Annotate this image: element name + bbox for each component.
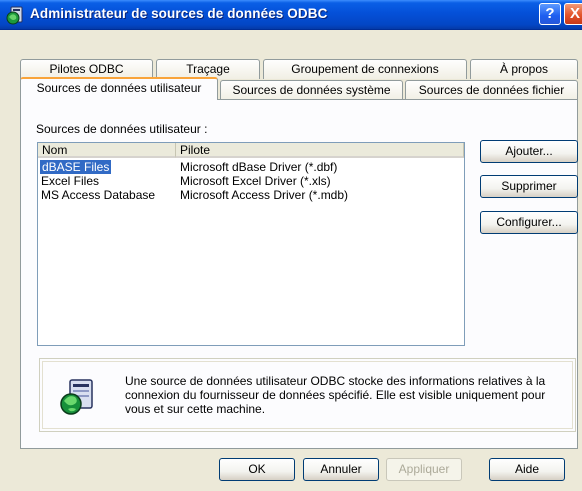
odbc-app-icon <box>6 6 23 25</box>
section-label: Sources de données utilisateur : <box>36 122 208 136</box>
close-button[interactable]: X <box>564 3 582 25</box>
dialog-body: Pilotes ODBC Traçage Groupement de conne… <box>0 30 582 491</box>
list-item[interactable]: MS Access Database Microsoft Access Driv… <box>40 188 460 202</box>
list-item-nom: Excel Files <box>41 174 100 188</box>
tab-sources-systeme[interactable]: Sources de données système <box>220 80 403 100</box>
title-bar[interactable]: Administrateur de sources de données ODB… <box>0 0 582 30</box>
tab-sources-fichier[interactable]: Sources de données fichier <box>405 80 578 100</box>
list-item-pilote: Microsoft Access Driver (*.mdb) <box>180 188 349 202</box>
ok-button[interactable]: OK <box>219 458 295 481</box>
list-item-nom: dBASE Files <box>40 160 112 174</box>
list-item-pilote: Microsoft dBase Driver (*.dbf) <box>180 160 338 174</box>
info-text: Une source de données utilisateur ODBC s… <box>125 374 546 416</box>
tab-sources-utilisateur[interactable]: Sources de données utilisateur <box>20 77 218 100</box>
column-header-nom[interactable]: Nom <box>38 143 176 158</box>
info-box-inner: Une source de données utilisateur ODBC s… <box>42 361 573 429</box>
tab-groupement-connexions[interactable]: Groupement de connexions <box>263 59 467 79</box>
list-item-nom: MS Access Database <box>41 188 156 202</box>
list-header: Nom Pilote <box>38 143 464 158</box>
help-button[interactable]: ? <box>539 3 561 25</box>
tab-pilotes-odbc[interactable]: Pilotes ODBC <box>20 59 153 79</box>
list-item[interactable]: Excel Files Microsoft Excel Driver (*.xl… <box>40 174 460 188</box>
help-footer-button[interactable]: Aide <box>489 458 565 481</box>
cancel-button[interactable]: Annuler <box>303 458 379 481</box>
tab-tracage[interactable]: Traçage <box>156 59 260 79</box>
configure-button[interactable]: Configurer... <box>480 211 578 234</box>
list-item[interactable]: dBASE Files Microsoft dBase Driver (*.db… <box>40 160 460 174</box>
info-box: Une source de données utilisateur ODBC s… <box>39 358 576 432</box>
list-item-pilote: Microsoft Excel Driver (*.xls) <box>180 174 331 188</box>
tab-a-propos[interactable]: À propos <box>470 59 578 79</box>
tab-panel: Sources de données utilisateur : Nom Pil… <box>20 99 578 449</box>
globe-database-icon <box>60 379 93 415</box>
remove-button[interactable]: Supprimer <box>480 175 578 198</box>
apply-button[interactable]: Appliquer <box>386 458 462 481</box>
column-header-pilote[interactable]: Pilote <box>176 143 464 158</box>
data-source-list[interactable]: Nom Pilote dBASE Files Microsoft dBase D… <box>37 142 465 346</box>
window-title: Administrateur de sources de données ODB… <box>30 6 328 21</box>
add-button[interactable]: Ajouter... <box>480 140 578 163</box>
